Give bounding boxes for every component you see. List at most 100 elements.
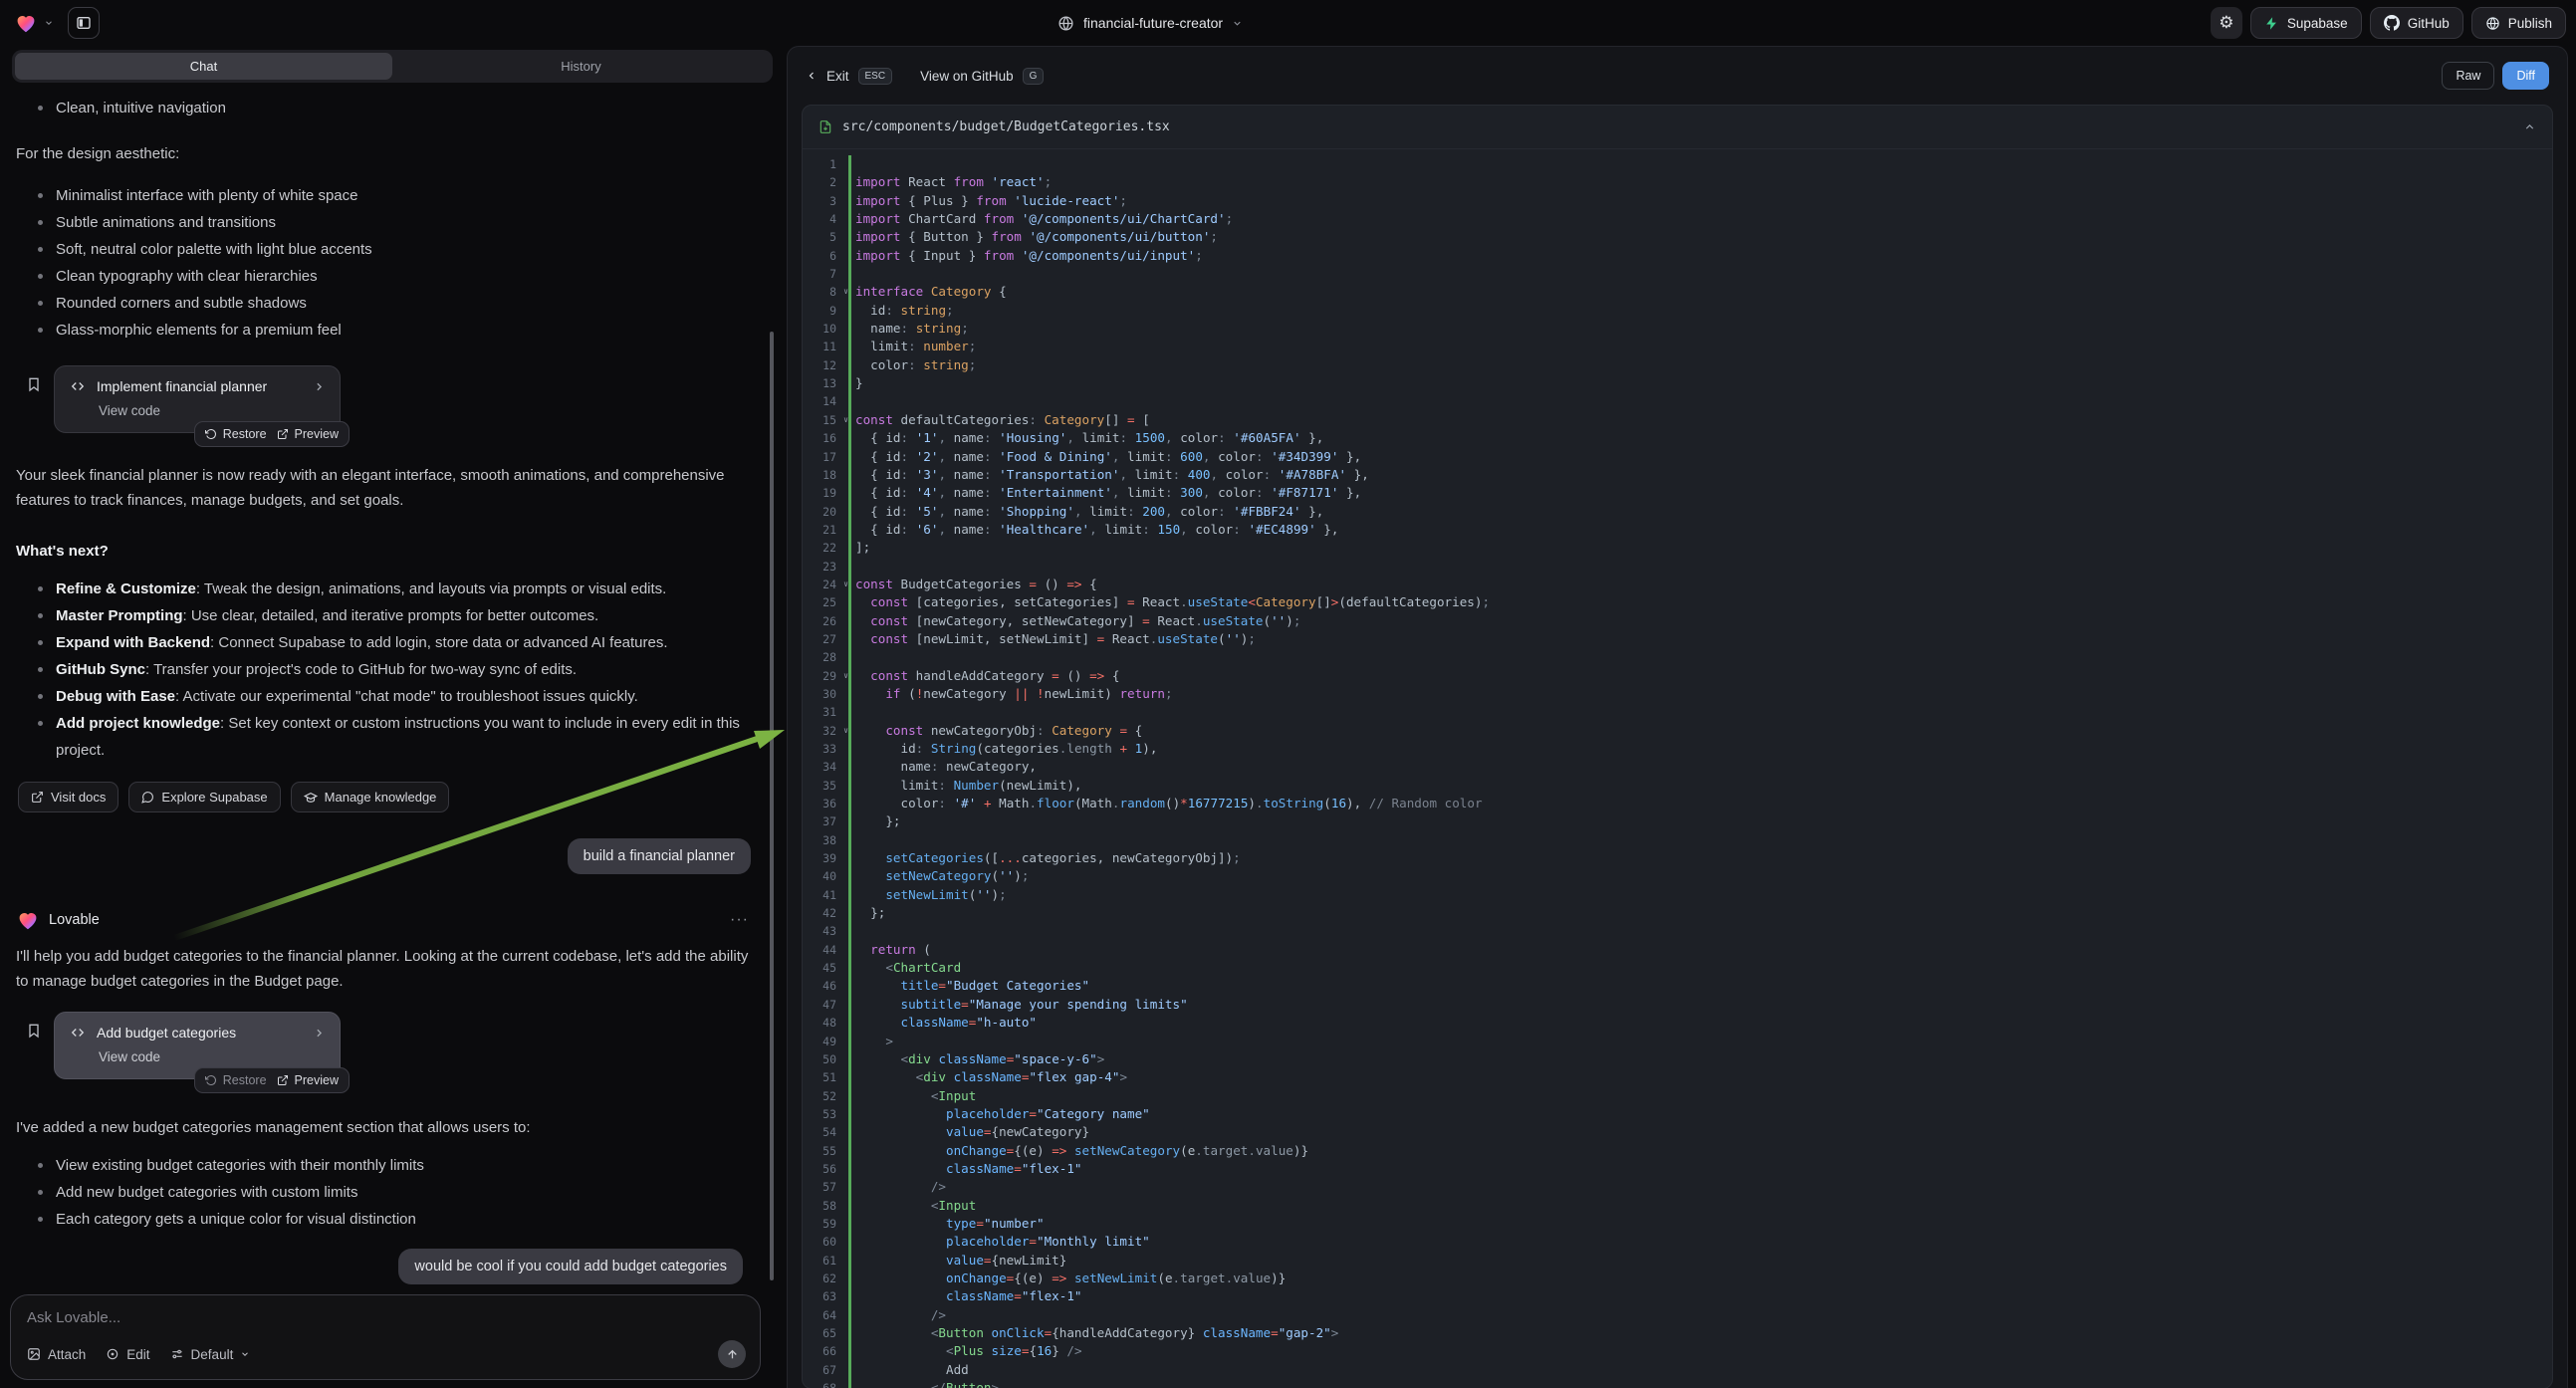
view-code-link[interactable]: View code: [99, 403, 326, 418]
fold-gutter: [836, 247, 855, 265]
fold-toggle-icon[interactable]: ∨: [836, 576, 855, 593]
version-card-add-budget-categories[interactable]: Add budget categories View code Restore …: [54, 1012, 341, 1079]
code-line: 14: [803, 392, 2552, 410]
line-number: 55: [803, 1142, 836, 1160]
fold-toggle-icon[interactable]: ∨: [836, 722, 855, 740]
list-item: View existing budget categories with the…: [16, 1152, 761, 1179]
settings-button[interactable]: ⚙: [2211, 7, 2242, 39]
bullet-dot: [38, 247, 43, 252]
code-line: 66 <Plus size={16} />: [803, 1342, 2552, 1360]
line-number: 4: [803, 210, 836, 228]
toggle-sidebar-button[interactable]: [68, 7, 100, 39]
code-line: 68 </Button>: [803, 1379, 2552, 1388]
code-line: 22];: [803, 539, 2552, 557]
preview-button[interactable]: Preview: [277, 1073, 339, 1087]
file-header[interactable]: src/components/budget/BudgetCategories.t…: [803, 106, 2552, 149]
code-line: 31: [803, 703, 2552, 721]
code-line: 40 setNewCategory('');: [803, 867, 2552, 885]
fold-gutter: [836, 1215, 855, 1233]
github-icon: [2384, 15, 2400, 31]
restore-button[interactable]: Restore: [205, 1073, 267, 1087]
attach-button[interactable]: Attach: [27, 1347, 86, 1362]
supabase-button[interactable]: Supabase: [2250, 7, 2362, 39]
code-editor[interactable]: 12import React from 'react';3import { Pl…: [803, 149, 2552, 1388]
exit-button[interactable]: Exit ESC: [806, 68, 892, 85]
line-number: 58: [803, 1197, 836, 1215]
chat-history-tabs: Chat History: [12, 50, 773, 83]
code-line: 59 type="number": [803, 1215, 2552, 1233]
code-line: 39 setCategories([...categories, newCate…: [803, 849, 2552, 867]
raw-toggle-button[interactable]: Raw: [2442, 62, 2494, 90]
fold-toggle-icon[interactable]: ∨: [836, 667, 855, 685]
lovable-heart-logo: [16, 908, 40, 932]
line-number: 6: [803, 247, 836, 265]
code-line: 42 };: [803, 904, 2552, 922]
lovable-logo-menu[interactable]: [14, 11, 54, 35]
chevron-up-icon[interactable]: [2523, 120, 2536, 133]
chat-composer[interactable]: Ask Lovable... Attach Edit Default: [10, 1294, 761, 1380]
tab-chat[interactable]: Chat: [15, 53, 392, 80]
fold-toggle-icon[interactable]: ∨: [836, 283, 855, 301]
list-item: Rounded corners and subtle shadows: [16, 290, 761, 317]
line-number: 67: [803, 1361, 836, 1379]
explore-supabase-button[interactable]: Explore Supabase: [128, 782, 280, 812]
line-number: 54: [803, 1123, 836, 1141]
fold-gutter: [836, 1233, 855, 1251]
version-card-header: Implement financial planner: [69, 378, 326, 394]
manage-knowledge-button[interactable]: Manage knowledge: [291, 782, 450, 812]
fold-gutter: [836, 612, 855, 630]
preview-button[interactable]: Preview: [277, 427, 339, 441]
line-number: 15: [803, 411, 836, 429]
view-code-link[interactable]: View code: [99, 1049, 326, 1064]
fold-gutter: [836, 1014, 855, 1032]
external-link-icon: [277, 428, 289, 440]
visit-docs-button[interactable]: Visit docs: [18, 782, 118, 812]
image-icon: [27, 1347, 41, 1361]
line-number: 22: [803, 539, 836, 557]
tab-history[interactable]: History: [392, 53, 770, 80]
restore-button[interactable]: Restore: [205, 427, 267, 441]
line-number: 41: [803, 886, 836, 904]
sidebar-panel-icon: [76, 15, 92, 31]
whats-next-list: Refine & Customize: Tweak the design, an…: [16, 576, 761, 764]
chevron-down-icon: [44, 18, 54, 28]
github-button[interactable]: GitHub: [2370, 7, 2463, 39]
send-button[interactable]: [718, 1340, 746, 1368]
bookmark-icon[interactable]: [26, 375, 42, 393]
line-number: 17: [803, 448, 836, 466]
chat-input[interactable]: Ask Lovable...: [27, 1309, 744, 1326]
code-line: 58 <Input: [803, 1197, 2552, 1215]
diff-toggle-button[interactable]: Diff: [2502, 62, 2549, 90]
line-number: 18: [803, 466, 836, 484]
file-path: src/components/budget/BudgetCategories.t…: [842, 119, 1170, 134]
code-line: 16 { id: '1', name: 'Housing', limit: 15…: [803, 429, 2552, 447]
line-number: 30: [803, 685, 836, 703]
more-options-icon[interactable]: ···: [730, 911, 761, 929]
bullet-dot: [38, 667, 43, 672]
code-line: 38: [803, 831, 2552, 849]
fold-gutter: [836, 849, 855, 867]
list-item: Master Prompting: Use clear, detailed, a…: [16, 602, 761, 629]
line-number: 39: [803, 849, 836, 867]
publish-button[interactable]: Publish: [2471, 7, 2566, 39]
fold-toggle-icon[interactable]: ∨: [836, 411, 855, 429]
model-selector[interactable]: Default: [170, 1347, 251, 1362]
line-number: 44: [803, 941, 836, 959]
fold-gutter: [836, 959, 855, 977]
edit-mode-button[interactable]: Edit: [106, 1347, 149, 1362]
code-line: 11 limit: number;: [803, 338, 2552, 355]
chat-scrollbar[interactable]: [770, 332, 774, 1280]
view-on-github-button[interactable]: View on GitHub G: [920, 68, 1044, 85]
list-item: Clean typography with clear hierarchies: [16, 263, 761, 290]
fold-gutter: [836, 521, 855, 539]
bookmark-icon[interactable]: [26, 1022, 42, 1040]
version-card-implement-financial-planner[interactable]: Implement financial planner View code Re…: [54, 365, 341, 433]
project-switcher[interactable]: financial-future-creator: [1057, 0, 1243, 46]
code-line: 60 placeholder="Monthly limit": [803, 1233, 2552, 1251]
line-number: 11: [803, 338, 836, 355]
restore-icon: [205, 1074, 217, 1086]
line-number: 32: [803, 722, 836, 740]
graduation-cap-icon: [304, 791, 318, 805]
chevron-left-icon: [806, 70, 818, 82]
fold-gutter: [836, 155, 855, 173]
